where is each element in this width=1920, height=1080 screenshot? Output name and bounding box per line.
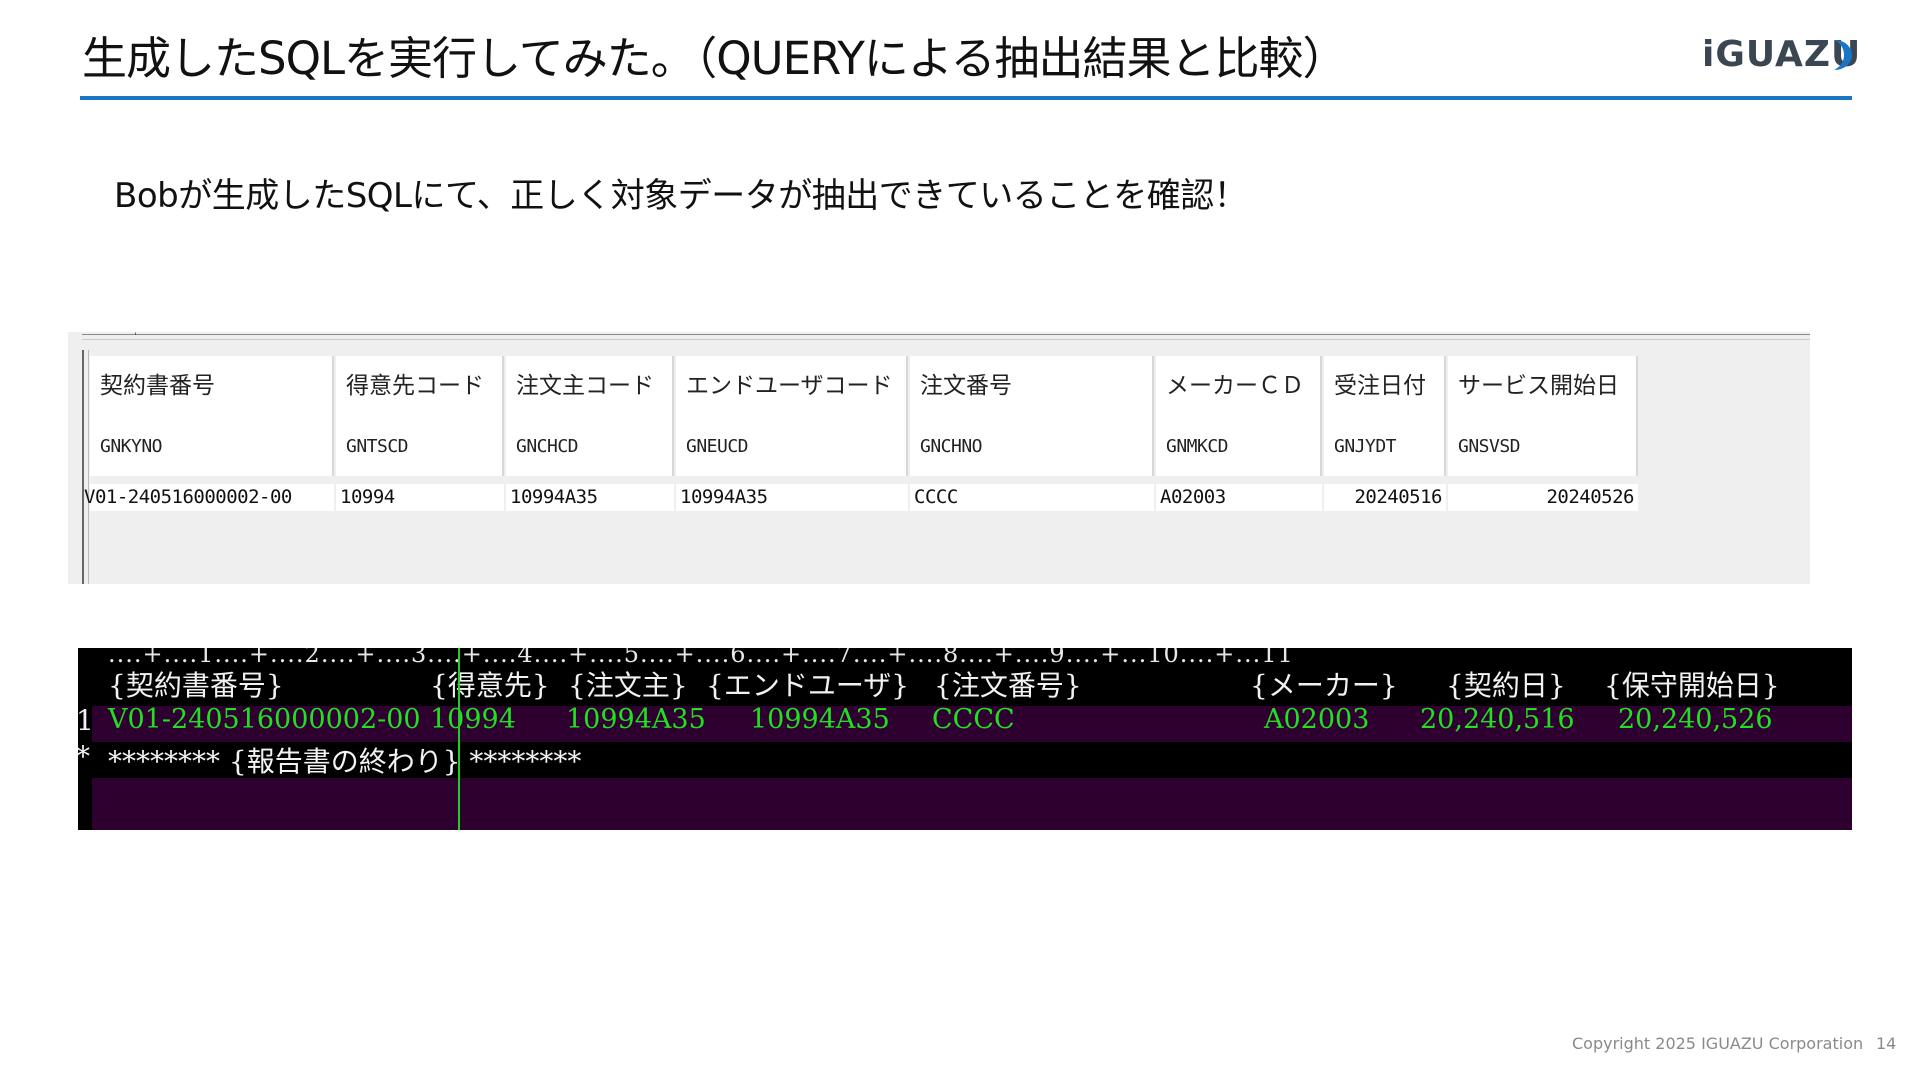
panel-top-border — [82, 334, 1810, 340]
column-field-name: GNCHCD — [516, 436, 579, 457]
company-logo: iGUAZU — [1702, 32, 1860, 80]
term-header-contract-date: {契約日} — [1446, 669, 1566, 702]
term-cell-order-no: CCCC — [932, 704, 1015, 735]
column-field-name: GNMKCD — [1166, 436, 1229, 457]
terminal-cursor-line — [458, 648, 460, 830]
term-header-customer: {得意先} — [430, 669, 550, 702]
column-orderer-code: 注文主コード GNCHCD 10994A35 — [506, 356, 674, 511]
query-result-panel: ˈ 契約書番号 GNKYNO V01-240516000002-00 得意先コー… — [68, 332, 1810, 584]
term-cell-end-user: 10994A35 — [750, 704, 890, 735]
terminal-ruler: ....+....1....+....2....+....3....+....4… — [108, 648, 1294, 668]
term-header-order-no: {注文番号} — [934, 669, 1082, 702]
title-underline — [80, 96, 1852, 100]
page-number: 14 — [1876, 1034, 1897, 1053]
column-label-jp: エンドユーザコード — [686, 373, 893, 399]
column-field-name: GNSVSD — [1458, 436, 1521, 457]
panel-left-border — [82, 350, 89, 584]
term-cell-maint-start: 20,240,526 — [1618, 704, 1773, 735]
term-header-end-user: {エンドユーザ} — [706, 669, 910, 702]
term-cell-customer: 10994 — [430, 704, 516, 735]
term-header-contract: {契約書番号} — [108, 669, 284, 702]
column-header: 注文番号 GNCHNO — [910, 356, 1154, 476]
term-end-marker: * — [78, 740, 90, 773]
terminal-empty-row — [92, 778, 1852, 830]
cell-value: 10994 — [336, 484, 504, 511]
column-header: 注文主コード GNCHCD — [506, 356, 674, 476]
column-order-no: 注文番号 GNCHNO CCCC — [910, 356, 1154, 511]
term-cell-maker: A02003 — [1264, 704, 1370, 735]
column-service-start-date: サービス開始日 GNSVSD 20240526 — [1448, 356, 1638, 511]
column-header: 契約書番号 GNKYNO — [90, 356, 334, 476]
column-header: メーカーＣＤ GNMKCD — [1156, 356, 1322, 476]
cell-value: 20240516 — [1324, 484, 1446, 511]
column-maker-cd: メーカーＣＤ GNMKCD A02003 — [1156, 356, 1322, 511]
column-label-jp: 契約書番号 — [100, 373, 215, 399]
column-field-name: GNCHNO — [920, 436, 983, 457]
column-label-jp: 得意先コード — [346, 373, 484, 399]
column-contract-no: 契約書番号 GNKYNO V01-240516000002-00 — [84, 356, 334, 511]
term-row-number: 1 — [78, 704, 94, 737]
term-cell-contract-date: 20,240,516 — [1420, 704, 1575, 735]
terminal-left-margin — [78, 648, 92, 830]
cell-value: V01-240516000002-00 — [84, 484, 334, 511]
panel-tick: ˈ — [134, 332, 137, 343]
column-label-jp: 受注日付 — [1334, 373, 1426, 399]
column-order-date: 受注日付 GNJYDT 20240516 — [1324, 356, 1446, 511]
term-header-maker: {メーカー} — [1250, 669, 1398, 702]
column-customer-code: 得意先コード GNTSCD 10994 — [336, 356, 504, 511]
copyright-text: Copyright 2025 IGUAZU Corporation — [1572, 1034, 1864, 1053]
cell-value: 20240526 — [1448, 484, 1638, 511]
column-header: エンドユーザコード GNEUCD — [676, 356, 908, 476]
cell-value: A02003 — [1156, 484, 1322, 511]
column-field-name: GNJYDT — [1334, 436, 1397, 457]
column-header: 得意先コード GNTSCD — [336, 356, 504, 476]
terminal-report-panel: ....+....1....+....2....+....3....+....4… — [78, 648, 1852, 830]
column-field-name: GNKYNO — [100, 436, 163, 457]
term-header-orderer: {注文主} — [568, 669, 688, 702]
column-label-jp: メーカーＣＤ — [1166, 373, 1304, 399]
term-cell-orderer: 10994A35 — [566, 704, 706, 735]
cell-value: 10994A35 — [506, 484, 674, 511]
cell-value: 10994A35 — [676, 484, 908, 511]
term-header-maint-start: {保守開始日} — [1604, 669, 1780, 702]
cell-value: CCCC — [910, 484, 1154, 511]
lead-text: Bobが生成したSQLにて、正しく対象データが抽出できていることを確認！ — [114, 176, 1248, 216]
column-end-user-code: エンドユーザコード GNEUCD 10994A35 — [676, 356, 908, 511]
page-title: 生成したSQLを実行してみた。（QUERYによる抽出結果と比較） — [82, 32, 1348, 85]
term-cell-contract: V01-240516000002-00 — [108, 704, 421, 735]
column-field-name: GNTSCD — [346, 436, 409, 457]
column-field-name: GNEUCD — [686, 436, 749, 457]
logo-swoosh-icon — [1834, 40, 1852, 70]
column-header: サービス開始日 GNSVSD — [1448, 356, 1638, 476]
column-label-jp: 注文番号 — [920, 373, 1012, 399]
term-end-text: ******** {報告書の終わり} ******** — [108, 745, 582, 778]
column-header: 受注日付 GNJYDT — [1324, 356, 1446, 476]
column-label-jp: サービス開始日 — [1458, 373, 1619, 399]
column-label-jp: 注文主コード — [516, 373, 654, 399]
